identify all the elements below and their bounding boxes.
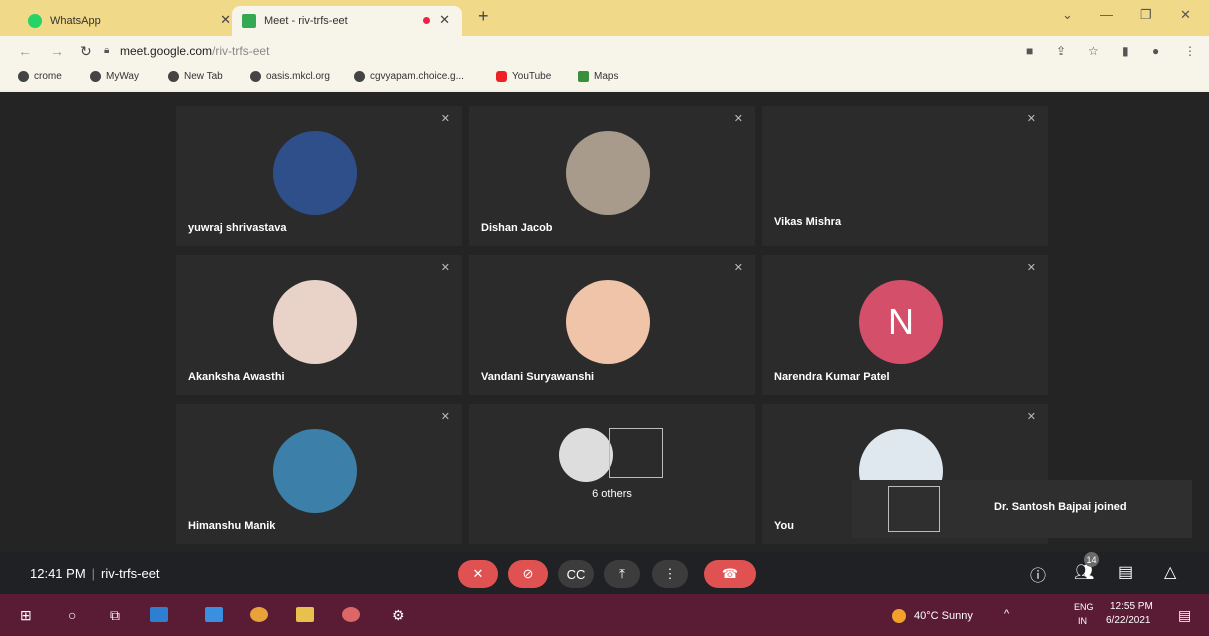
meet-icon [242,14,256,28]
avatar: N [859,280,943,364]
clock-time[interactable]: 12:55 PM [1110,601,1153,612]
bookmark-item[interactable]: Maps [578,71,618,82]
forward-icon[interactable]: → [50,43,64,59]
maps-icon [578,71,589,82]
tab-label: Meet - riv-trfs-eet [264,15,348,27]
avatar [566,131,650,215]
participant-count-badge: 14 [1084,552,1099,567]
avatar-placeholder [609,428,663,478]
weather-widget[interactable]: 40°C Sunny [914,610,973,622]
camera-toggle-button[interactable]: ⊘ [508,560,548,588]
notifications-icon[interactable]: ▤ [1178,607,1191,624]
tab-meet[interactable]: Meet - riv-trfs-eet ✕ [232,6,462,36]
url-field[interactable]: meet.google.com/riv-trfs-eet [120,44,269,58]
mail-icon[interactable] [205,607,223,622]
participant-tile[interactable]: ✕ Dishan Jacob [469,106,755,246]
present-button[interactable]: ⤒ [604,560,640,588]
mic-off-icon: ✕ [440,262,450,274]
browser-tab-strip: WhatsApp ✕ Meet - riv-trfs-eet ✕ + ⌄ — ❐… [0,0,1209,36]
language-indicator[interactable]: ENG [1074,602,1094,612]
activities-icon[interactable]: △ [1164,562,1176,582]
tray-chevron-icon[interactable]: ^ [1004,608,1009,620]
globe-icon [168,71,179,82]
participant-tile[interactable]: ✕ Akanksha Awasthi [176,255,462,395]
weather-icon [892,609,906,623]
search-icon[interactable]: ○ [68,607,76,623]
mic-off-icon: ✕ [1026,262,1036,274]
share-icon[interactable]: ⇪ [1056,44,1066,58]
mic-off-icon: ✕ [733,262,743,274]
close-window-button[interactable]: ✕ [1180,7,1191,23]
whatsapp-icon [28,14,42,28]
meeting-details[interactable]: 12:41 PM | riv-trfs-eet [30,566,160,581]
leave-call-button[interactable]: ☎ [704,560,756,588]
file-explorer-icon[interactable] [296,607,314,622]
join-notification: Dr. Santosh Bajpai joined [852,480,1192,538]
tab-whatsapp[interactable]: WhatsApp ✕ [18,6,243,36]
others-tile[interactable]: 6 others [469,404,755,544]
avatar [559,428,613,482]
globe-icon [250,71,261,82]
avatar [273,429,357,513]
bookmark-item[interactable]: cgvyapam.choice.g... [354,71,464,82]
participant-tile[interactable]: ✕ N Narendra Kumar Patel [762,255,1048,395]
bookmark-item[interactable]: MyWay [90,71,139,82]
store-icon[interactable] [150,607,168,622]
mic-off-icon: ✕ [733,113,743,125]
chat-icon[interactable]: ▤ [1118,562,1133,582]
close-tab-icon[interactable]: ✕ [439,12,450,28]
avatar [273,280,357,364]
meeting-controls: 12:41 PM | riv-trfs-eet ✕ ⊘ CC ⤒ ⋮ ☎ ⓘ 👥︎ … [0,552,1209,594]
participant-tile[interactable]: ✕ Himanshu Manik [176,404,462,544]
new-tab-button[interactable]: + [478,6,489,27]
globe-icon [90,71,101,82]
task-view-icon[interactable]: ⧉ [110,607,120,624]
clock-date: 6/22/2021 [1106,615,1151,626]
chrome-icon[interactable] [250,607,268,622]
lock-icon[interactable]: 🔒︎ [104,45,109,56]
meeting-stage: ✕ yuwraj shrivastava ✕ Dishan Jacob ✕ Vi… [0,92,1209,594]
language-region: IN [1078,616,1087,626]
notification-avatar [888,486,940,532]
bookmark-item[interactable]: oasis.mkcl.org [250,71,330,82]
recording-indicator-icon [423,17,430,24]
settings-icon[interactable]: ⚙ [392,607,405,624]
more-options-button[interactable]: ⋮ [652,560,688,588]
bookmark-star-icon[interactable]: ☆ [1088,44,1099,58]
mic-off-icon: ✕ [440,113,450,125]
youtube-icon [496,71,507,82]
tab-search-icon[interactable]: ⌄ [1062,7,1073,23]
restore-button[interactable]: ❐ [1140,7,1152,23]
bookmark-item[interactable]: crome [18,71,62,82]
back-icon[interactable]: ← [18,43,32,59]
avatar [273,131,357,215]
globe-icon [18,71,29,82]
captions-button[interactable]: CC [558,560,594,588]
participant-tile[interactable]: ✕ Vikas Mishra [762,106,1048,246]
tab-label: WhatsApp [50,15,101,27]
avatar [566,280,650,364]
bookmark-item[interactable]: YouTube [496,71,551,82]
mic-off-icon: ✕ [440,411,450,423]
participant-tile[interactable]: ✕ yuwraj shrivastava [176,106,462,246]
bookmarks-bar: crome MyWay New Tab oasis.mkcl.org cgvya… [0,66,1209,90]
reload-icon[interactable]: ↻ [80,43,92,60]
chrome-active-icon[interactable] [342,607,360,622]
mic-toggle-button[interactable]: ✕ [458,560,498,588]
info-icon[interactable]: ⓘ [1030,562,1046,586]
globe-icon [354,71,365,82]
minimize-button[interactable]: — [1100,7,1113,22]
bookmark-item[interactable]: New Tab [168,71,223,82]
side-panel-icon[interactable]: ▮ [1122,44,1129,58]
camera-icon[interactable]: ■ [1026,44,1033,58]
windows-start-icon[interactable]: ⊞ [20,607,32,624]
address-bar: ← → ↻ 🔒︎ meet.google.com/riv-trfs-eet ■ … [0,36,1209,66]
profile-icon[interactable]: ● [1152,44,1159,58]
participant-tile[interactable]: ✕ Vandani Suryawanshi [469,255,755,395]
menu-icon[interactable]: ⋮ [1184,44,1196,58]
mic-off-icon: ✕ [1026,411,1036,423]
mic-off-icon: ✕ [1026,113,1036,125]
os-taskbar: ⊞ ○ ⧉ ⚙ 40°C Sunny ^ ENG IN 12:55 PM 6/2… [0,594,1209,636]
close-tab-icon[interactable]: ✕ [220,12,231,28]
